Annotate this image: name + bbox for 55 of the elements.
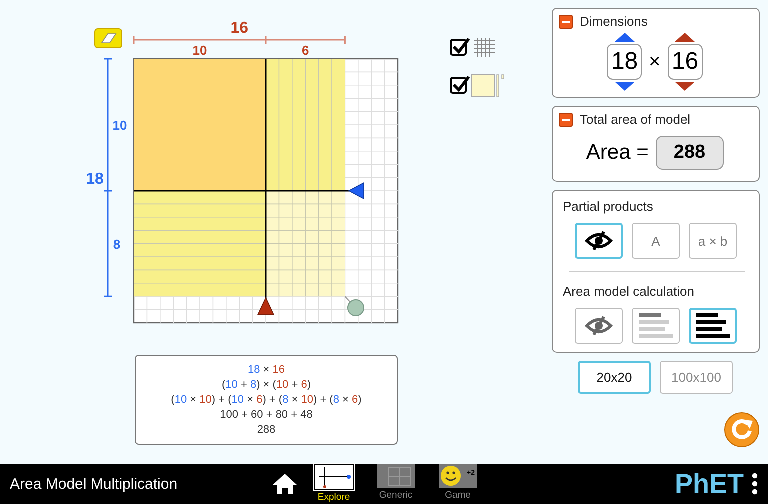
option-button[interactable]: A <box>632 223 680 259</box>
collapse-button[interactable] <box>559 14 573 28</box>
increment-button[interactable] <box>675 33 696 42</box>
faint-lines-icon <box>639 313 673 339</box>
smiley-icon <box>439 464 477 488</box>
partition-handle[interactable] <box>257 297 275 316</box>
calculation-line: (10 + 8) × (10 + 6) <box>222 378 312 392</box>
number-field[interactable]: 16 <box>668 44 703 80</box>
collapse-button[interactable] <box>559 112 573 126</box>
area-value: 288 <box>656 136 724 170</box>
increment-button[interactable] <box>614 33 635 42</box>
partition-label: 10 <box>192 43 208 58</box>
grid-icon <box>474 38 496 58</box>
panel-title: Dimensions <box>580 14 648 29</box>
eraser-button[interactable] <box>94 28 122 48</box>
checkbox[interactable] <box>450 76 470 94</box>
app-title: Area Model Multiplication <box>9 476 179 492</box>
bold-lines-icon <box>696 313 730 339</box>
calculation-line: 288 <box>257 422 276 438</box>
checkbox[interactable] <box>450 38 470 56</box>
times-sign: × <box>649 50 661 74</box>
number-field[interactable]: 18 <box>607 44 642 80</box>
resize-handle[interactable] <box>348 300 364 316</box>
area-label: Area = <box>586 141 649 165</box>
grid-size-button[interactable]: 100x100 <box>660 361 733 394</box>
tab-label: Game <box>445 490 471 502</box>
dimension-label: 18 <box>86 171 104 188</box>
calculation-line: (10 × 10) + (10 × 6) + (8 × 10) + (8 × 6) <box>171 392 362 408</box>
partition-handle[interactable] <box>348 182 364 200</box>
menu-icon[interactable] <box>752 473 758 495</box>
option-button[interactable]: a × b <box>689 223 737 259</box>
brand-logo: PhET <box>674 468 744 500</box>
decrement-button[interactable] <box>675 82 696 91</box>
calculation-line: 18 × 16 <box>248 362 286 378</box>
home-icon[interactable] <box>272 473 298 495</box>
tab-label: Explore <box>318 492 350 504</box>
table-grid-icon <box>377 464 415 488</box>
tab-label: Generic <box>379 490 413 502</box>
group-title: Area model calculation <box>563 284 696 299</box>
partition-label: 8 <box>113 236 121 252</box>
partition-label: 6 <box>302 43 310 58</box>
option-button[interactable] <box>575 223 623 259</box>
hidden-eye-icon <box>585 230 613 252</box>
grid-size-button[interactable]: 20x20 <box>578 361 651 394</box>
reset-button[interactable] <box>724 412 760 448</box>
group-title: Partial products <box>563 199 654 214</box>
calculation-line: 100 + 60 + 80 + 48 <box>220 408 313 422</box>
decrement-button[interactable] <box>614 82 635 91</box>
option-button[interactable] <box>689 308 737 344</box>
dimension-label: 16 <box>230 20 248 37</box>
partition-label: 10 <box>112 118 128 133</box>
tile-icon <box>472 74 504 98</box>
screen-tab[interactable]: Generic <box>376 463 416 504</box>
panel-title: Total area of model <box>580 112 691 127</box>
hidden-eye-icon <box>585 315 613 337</box>
